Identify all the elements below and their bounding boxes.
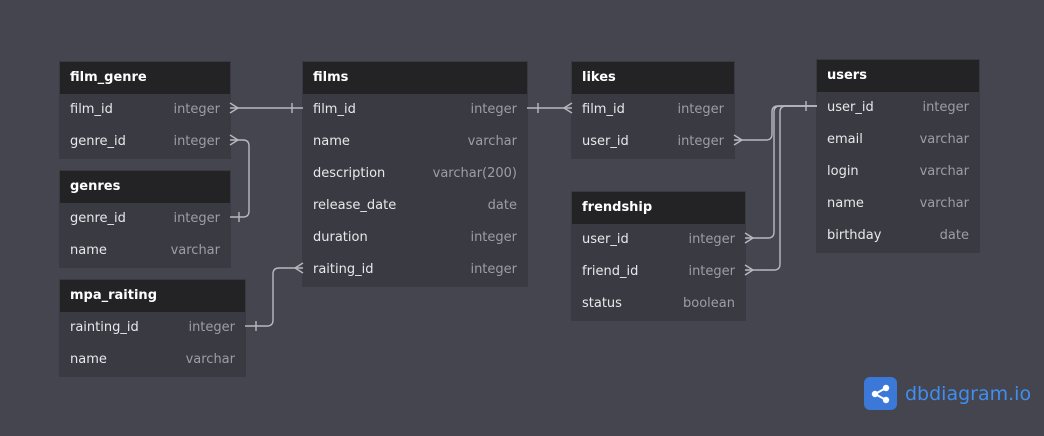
field-type: integer [173, 134, 220, 149]
field-name: status [582, 296, 622, 311]
field-row[interactable]: film_id integer [303, 94, 527, 126]
table-film-genre[interactable]: film_genre film_id integer genre_id inte… [60, 62, 230, 158]
field-name: genre_id [70, 211, 126, 226]
field-name: name [313, 134, 350, 149]
field-name: rainting_id [70, 320, 139, 335]
field-type: integer [688, 264, 735, 279]
relation-film-genre-films[interactable] [229, 102, 303, 114]
relation-mpa-raiting-films[interactable] [245, 262, 304, 331]
field-name: name [827, 196, 864, 211]
field-row[interactable]: status boolean [572, 288, 745, 320]
table-header[interactable]: frendship [572, 192, 745, 224]
field-row[interactable]: description varchar(200) [303, 158, 527, 190]
field-row[interactable]: name varchar [303, 126, 527, 158]
relation-frendship-user-users[interactable] [744, 105, 817, 244]
table-header[interactable]: genres [60, 171, 230, 203]
field-name: release_date [313, 198, 397, 213]
relation-likes-users[interactable] [733, 101, 817, 146]
field-type: integer [688, 232, 735, 247]
field-name: friend_id [582, 264, 639, 279]
field-type: varchar [919, 132, 969, 147]
field-type: varchar [919, 164, 969, 179]
field-name: film_id [313, 102, 356, 117]
field-row[interactable]: film_id integer [572, 94, 734, 126]
table-users[interactable]: users user_id integer email varchar logi… [817, 60, 979, 252]
field-row[interactable]: name varchar [60, 235, 230, 267]
field-name: user_id [582, 232, 629, 247]
brand-name: dbdiagram.io [905, 382, 1032, 405]
field-type: varchar [170, 243, 220, 258]
field-type: integer [173, 211, 220, 226]
field-name: raiting_id [313, 262, 374, 277]
field-type: integer [677, 102, 724, 117]
field-type: integer [470, 230, 517, 245]
table-header[interactable]: users [817, 60, 979, 92]
field-row[interactable]: film_id integer [60, 94, 230, 126]
field-row[interactable]: rainting_id integer [60, 312, 245, 344]
field-name: email [827, 132, 863, 147]
table-header[interactable]: film_genre [60, 62, 230, 94]
field-type: varchar [467, 134, 517, 149]
field-row[interactable]: user_id integer [572, 224, 745, 256]
field-name: description [313, 166, 386, 181]
field-name: duration [313, 230, 368, 245]
field-row[interactable]: user_id integer [572, 126, 734, 158]
field-name: film_id [582, 102, 625, 117]
field-row[interactable]: duration integer [303, 222, 527, 254]
field-type: integer [188, 320, 235, 335]
field-type: integer [922, 100, 969, 115]
field-name: film_id [70, 102, 113, 117]
field-type: varchar(200) [432, 166, 517, 181]
field-row[interactable]: genre_id integer [60, 126, 230, 158]
dbdiagram-brand[interactable]: dbdiagram.io [864, 377, 1031, 410]
field-name: birthday [827, 228, 882, 243]
field-row[interactable]: release_date date [303, 190, 527, 222]
table-mpa-raiting[interactable]: mpa_raiting rainting_id integer name var… [60, 280, 245, 376]
field-type: integer [677, 134, 724, 149]
table-genres[interactable]: genres genre_id integer name varchar [60, 171, 230, 267]
field-name: genre_id [70, 134, 126, 149]
field-type: varchar [185, 352, 235, 367]
table-films[interactable]: films film_id integer name varchar descr… [303, 62, 527, 286]
relation-frendship-friend-users[interactable] [744, 105, 817, 276]
relation-films-likes[interactable] [527, 102, 573, 114]
field-type: varchar [919, 196, 969, 211]
field-type: integer [173, 102, 220, 117]
field-row[interactable]: email varchar [817, 124, 979, 156]
table-header[interactable]: likes [572, 62, 734, 94]
field-name: name [70, 352, 107, 367]
relation-film-genre-genres[interactable] [229, 134, 250, 222]
field-type: date [939, 228, 969, 243]
table-header[interactable]: mpa_raiting [60, 280, 245, 312]
field-name: user_id [582, 134, 629, 149]
field-row[interactable]: login varchar [817, 156, 979, 188]
table-frendship[interactable]: frendship user_id integer friend_id inte… [572, 192, 745, 320]
field-row[interactable]: name varchar [60, 344, 245, 376]
field-name: user_id [827, 100, 874, 115]
field-row[interactable]: friend_id integer [572, 256, 745, 288]
field-name: login [827, 164, 859, 179]
field-type: date [487, 198, 517, 213]
field-name: name [70, 243, 107, 258]
field-type: boolean [683, 296, 735, 311]
field-row[interactable]: raiting_id integer [303, 254, 527, 286]
field-row[interactable]: user_id integer [817, 92, 979, 124]
field-row[interactable]: genre_id integer [60, 203, 230, 235]
table-header[interactable]: films [303, 62, 527, 94]
diagram-canvas[interactable]: film_genre film_id integer genre_id inte… [0, 0, 1044, 436]
field-row[interactable]: name varchar [817, 188, 979, 220]
field-row[interactable]: birthday date [817, 220, 979, 252]
table-likes[interactable]: likes film_id integer user_id integer [572, 62, 734, 158]
field-type: integer [470, 102, 517, 117]
share-nodes-icon [864, 377, 897, 410]
field-type: integer [470, 262, 517, 277]
